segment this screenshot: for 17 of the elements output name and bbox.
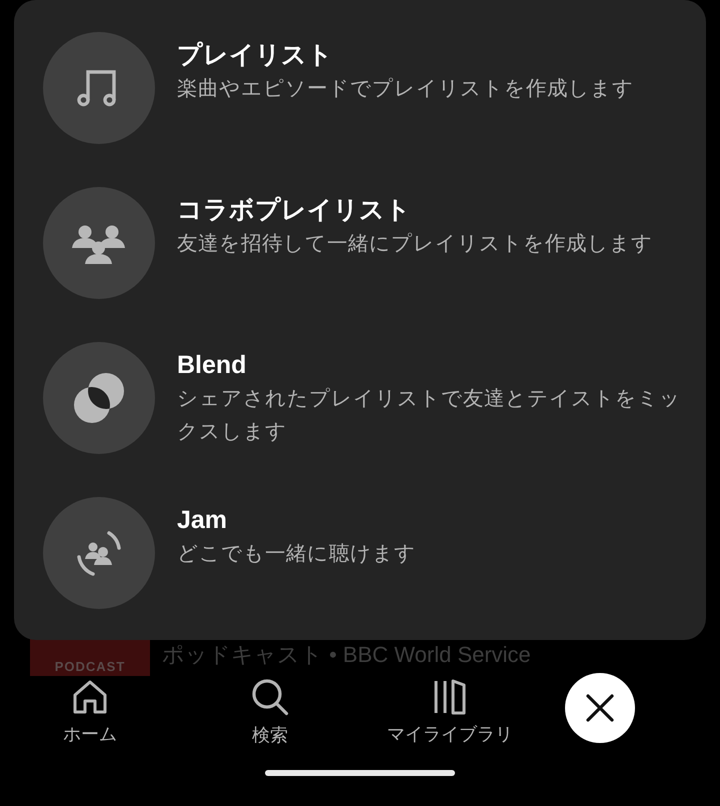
option-description: 友達を招待して一緒にプレイリストを作成します <box>177 231 654 257</box>
overlapping-circles-icon <box>71 370 127 426</box>
option-title[interactable]: プレイリスト <box>177 38 682 72</box>
option-description: シェアされたプレイリストで友達とテイストをミックスします <box>177 386 682 445</box>
nav-tab[interactable]: 検索 <box>180 677 360 747</box>
home-icon <box>71 678 109 716</box>
option-title[interactable]: Jam <box>177 503 682 537</box>
option-title[interactable]: Blend <box>177 348 682 382</box>
option-title[interactable]: コラボプレイリスト <box>177 193 682 227</box>
close-icon <box>585 693 615 723</box>
nav-tab[interactable]: マイライブラリ <box>360 678 540 746</box>
podcast-subtitle: ポッドキャスト • BBC World Service <box>162 641 531 669</box>
option-description: 楽曲やエピソードでプレイリストを作成します <box>177 76 635 102</box>
nav-tab[interactable]: ホーム <box>0 678 180 746</box>
search-icon <box>250 677 290 717</box>
option-description: どこでも一緒に聴けます <box>177 541 417 567</box>
thumbnail-label: PODCAST <box>54 659 126 674</box>
